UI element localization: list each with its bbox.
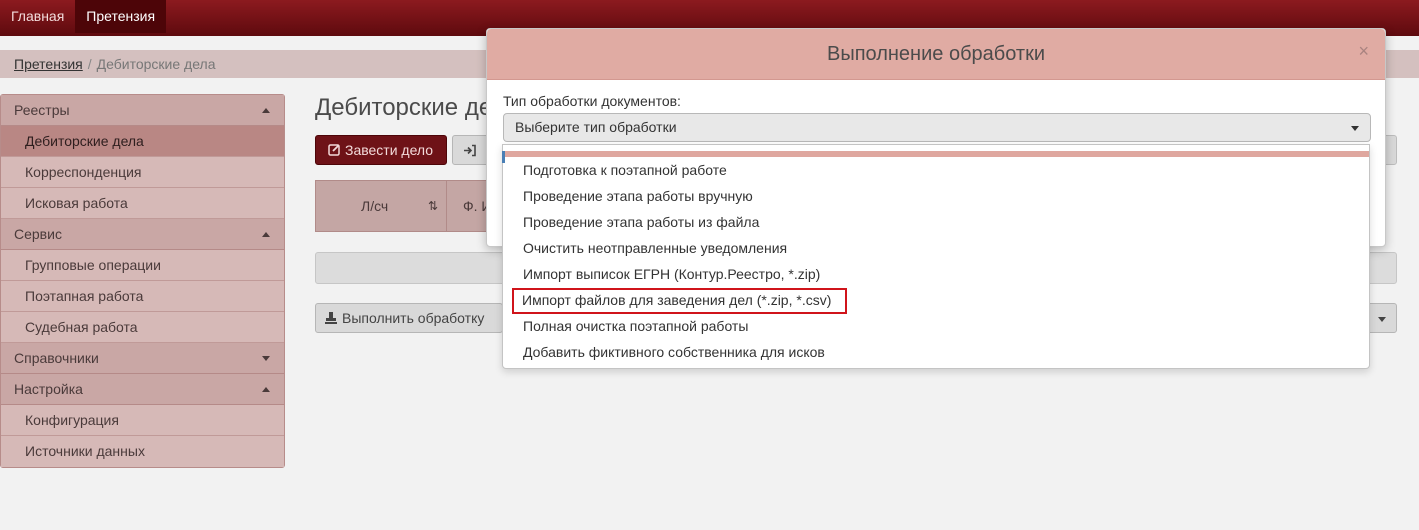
option-add-fictitious-owner[interactable]: Добавить фиктивного собственника для иск…	[503, 339, 1369, 365]
option-stage-from-file[interactable]: Проведение этапа работы из файла	[503, 209, 1369, 235]
caret-down-icon	[1351, 126, 1359, 131]
new-case-label: Завести дело	[345, 142, 434, 158]
sidebar: Реестры Дебиторские дела Корреспонденция…	[0, 94, 285, 468]
sidebar-item-debtor-cases[interactable]: Дебиторские дела	[1, 126, 284, 157]
option-clear-unsent-notifications[interactable]: Очистить неотправленные уведомления	[503, 235, 1369, 261]
sidebar-section-service[interactable]: Сервис	[1, 219, 284, 250]
sidebar-section-registries[interactable]: Реестры	[1, 95, 284, 126]
option-prepare-staged-work[interactable]: Подготовка к поэтапной работе	[503, 157, 1369, 183]
select-value: Выберите тип обработки	[515, 119, 677, 135]
sidebar-section-label: Сервис	[14, 226, 62, 242]
sidebar-item-staged-work[interactable]: Поэтапная работа	[1, 281, 284, 312]
nav-claim[interactable]: Претензия	[75, 0, 167, 33]
sidebar-item-lawsuits[interactable]: Исковая работа	[1, 188, 284, 219]
sidebar-section-label: Реестры	[14, 102, 70, 118]
highlighted-option-label: Импорт файлов для заведения дел (*.zip, …	[512, 288, 848, 314]
sidebar-item-court-work[interactable]: Судебная работа	[1, 312, 284, 343]
sidebar-section-label: Настройка	[14, 381, 83, 397]
processing-type-dropdown: Подготовка к поэтапной работе Проведение…	[502, 144, 1370, 369]
caret-down-icon	[262, 356, 270, 361]
sidebar-item-correspondence[interactable]: Корреспонденция	[1, 157, 284, 188]
column-account-label: Л/сч	[361, 198, 389, 214]
caret-up-icon	[262, 108, 270, 113]
caret-down-icon	[1378, 317, 1386, 322]
processing-type-label: Тип обработки документов:	[503, 93, 681, 109]
option-import-case-files[interactable]: Импорт файлов для заведения дел (*.zip, …	[503, 287, 1369, 314]
edit-icon	[328, 144, 340, 156]
modal-header: Выполнение обработки ×	[487, 29, 1385, 80]
sidebar-section-label: Справочники	[14, 350, 99, 366]
run-processing-label: Выполнить обработку	[342, 310, 485, 326]
close-icon[interactable]: ×	[1358, 29, 1369, 73]
dropdown-focus-mark	[502, 151, 505, 163]
sidebar-item-data-sources[interactable]: Источники данных	[1, 436, 284, 467]
table-header: Л/сч ⇅ Ф. И	[315, 180, 495, 232]
sidebar-section-settings[interactable]: Настройка	[1, 374, 284, 405]
sort-icon: ⇅	[427, 199, 438, 213]
caret-up-icon	[262, 232, 270, 237]
column-account[interactable]: Л/сч ⇅	[316, 181, 447, 231]
sidebar-item-group-operations[interactable]: Групповые операции	[1, 250, 284, 281]
option-full-clear-staged-work[interactable]: Полная очистка поэтапной работы	[503, 313, 1369, 339]
page-title: Дебиторские де	[315, 94, 493, 121]
modal-title: Выполнение обработки	[826, 43, 1045, 65]
caret-up-icon	[262, 387, 270, 392]
breadcrumb-link-claim[interactable]: Претензия	[14, 56, 83, 72]
breadcrumb-current: Дебиторские дела	[96, 56, 216, 72]
processing-type-select[interactable]: Выберите тип обработки	[503, 113, 1371, 142]
new-case-button[interactable]: Завести дело	[315, 135, 447, 165]
option-import-egrn-extracts[interactable]: Импорт выписок ЕГРН (Контур.Реестро, *.z…	[503, 261, 1369, 287]
stamp-icon	[325, 312, 337, 324]
breadcrumb-separator: /	[87, 56, 92, 72]
sidebar-item-configuration[interactable]: Конфигурация	[1, 405, 284, 436]
run-processing-button[interactable]: Выполнить обработку	[315, 303, 503, 333]
option-stage-manual[interactable]: Проведение этапа работы вручную	[503, 183, 1369, 209]
sign-in-icon	[464, 144, 476, 157]
sidebar-section-references[interactable]: Справочники	[1, 343, 284, 374]
dropdown-top-bar	[503, 145, 1369, 157]
nav-home[interactable]: Главная	[0, 0, 75, 33]
